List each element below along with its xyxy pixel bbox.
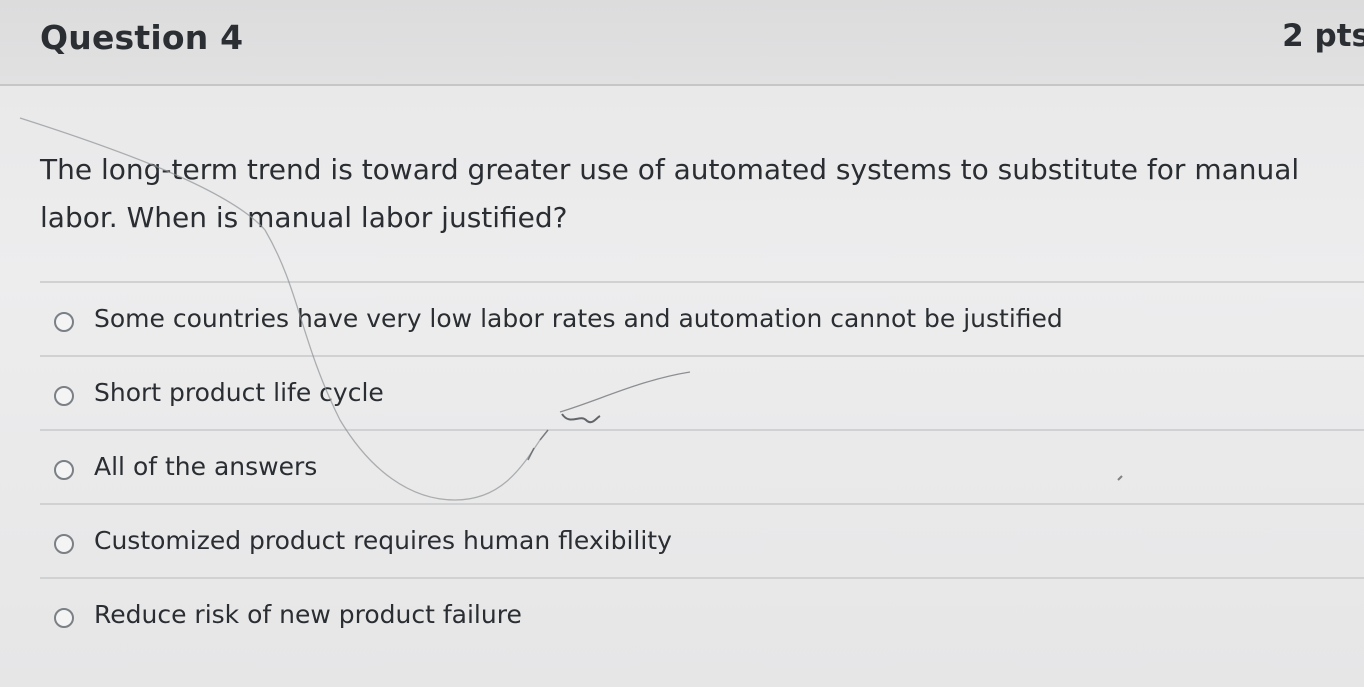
radio-button[interactable] [54, 608, 74, 628]
answer-option[interactable]: Reduce risk of new product failure [40, 577, 1364, 651]
quiz-page: Question 4 2 pts The long-term trend is … [0, 0, 1364, 687]
answer-label[interactable]: Some countries have very low labor rates… [94, 304, 1063, 333]
answer-label[interactable]: Customized product requires human flexib… [94, 526, 672, 555]
answer-label[interactable]: All of the answers [94, 452, 317, 481]
question-title: Question 4 [40, 18, 244, 57]
answer-option[interactable]: Customized product requires human flexib… [40, 503, 1364, 577]
question-header: Question 4 2 pts [0, 0, 1364, 86]
answer-option[interactable]: All of the answers [40, 429, 1364, 503]
answer-option[interactable]: Short product life cycle [40, 355, 1364, 429]
question-text: The long-term trend is toward greater us… [40, 153, 1300, 234]
answer-option[interactable]: Some countries have very low labor rates… [40, 281, 1364, 355]
radio-button[interactable] [54, 312, 74, 332]
radio-button[interactable] [54, 386, 74, 406]
question-points: 2 pts [1282, 18, 1364, 54]
answer-label[interactable]: Short product life cycle [94, 378, 384, 407]
answer-label[interactable]: Reduce risk of new product failure [94, 600, 522, 629]
answer-list: Some countries have very low labor rates… [40, 281, 1364, 651]
radio-button[interactable] [54, 534, 74, 554]
radio-button[interactable] [54, 460, 74, 480]
